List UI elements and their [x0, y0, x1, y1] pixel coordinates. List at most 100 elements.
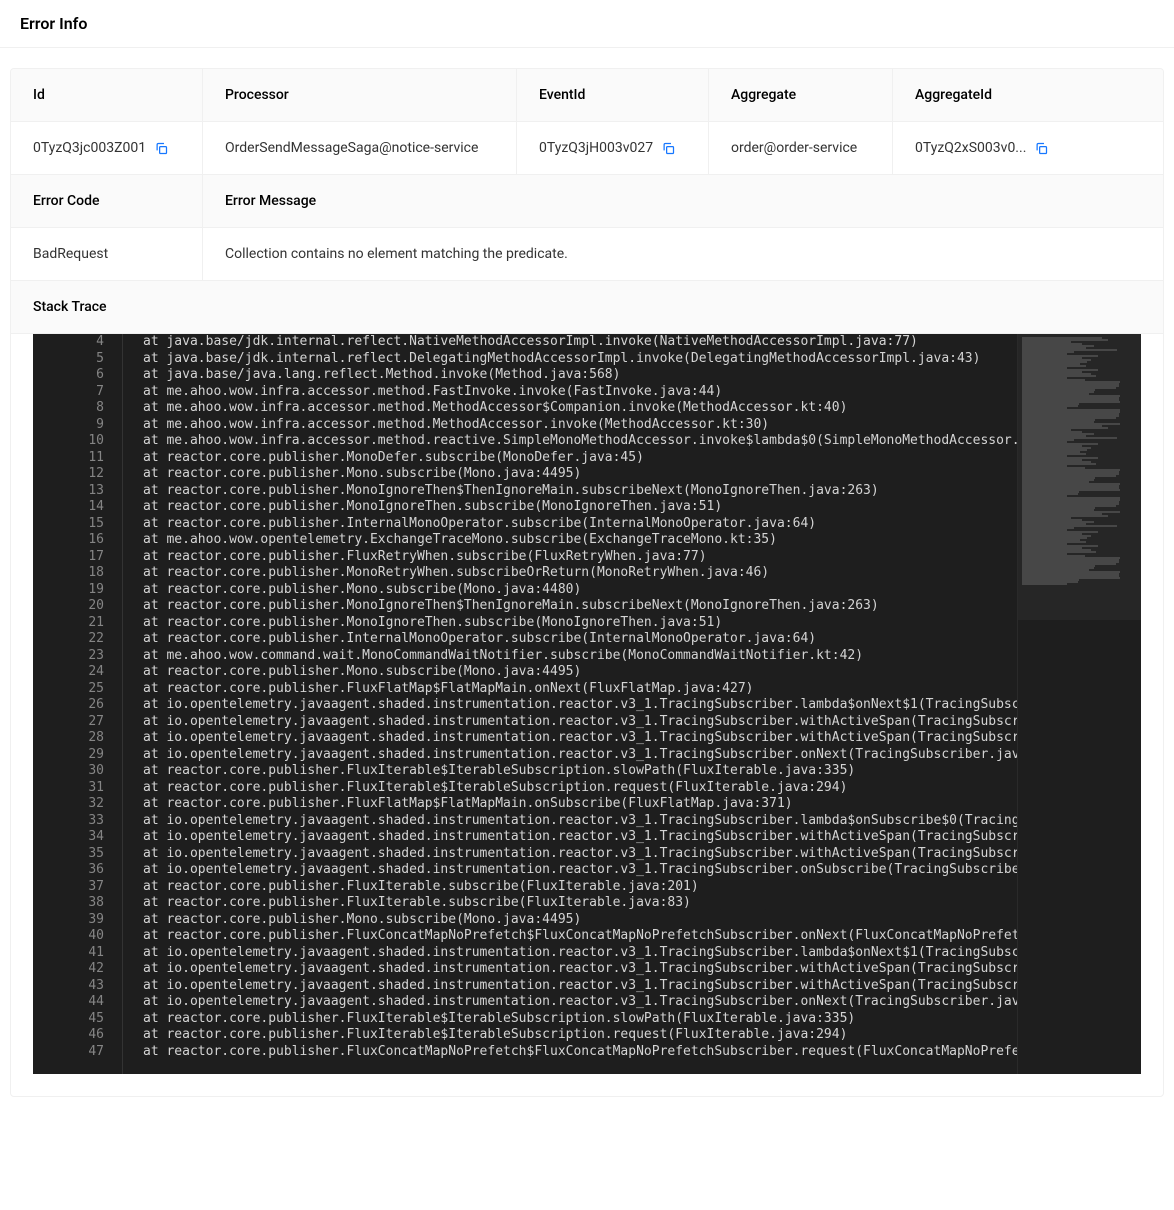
code-line: at io.opentelemetry.javaagent.shaded.ins…: [143, 714, 1017, 731]
code-line: at reactor.core.publisher.InternalMonoOp…: [143, 631, 1017, 648]
line-number: 14: [33, 499, 104, 516]
col-id-header: Id: [11, 69, 203, 121]
line-number: 20: [33, 598, 104, 615]
table-header-row-1: Id Processor EventId Aggregate Aggregate…: [11, 69, 1163, 122]
content: Id Processor EventId Aggregate Aggregate…: [0, 48, 1174, 1117]
code-line: at java.base/jdk.internal.reflect.Delega…: [143, 351, 1017, 368]
col-errcode-header: Error Code: [11, 175, 203, 227]
code-line: at reactor.core.publisher.FluxIterable$I…: [143, 780, 1017, 797]
copy-icon[interactable]: [1034, 141, 1049, 156]
line-number: 5: [33, 351, 104, 368]
line-number: 17: [33, 549, 104, 566]
col-processor-header: Processor: [203, 69, 517, 121]
line-number: 28: [33, 730, 104, 747]
code-line: at reactor.core.publisher.MonoRetryWhen.…: [143, 565, 1017, 582]
col-aggregate-header: Aggregate: [709, 69, 893, 121]
code-line: at io.opentelemetry.javaagent.shaded.ins…: [143, 697, 1017, 714]
eventid-cell: 0TyzQ3jH003v027: [517, 122, 709, 174]
line-number: 27: [33, 714, 104, 731]
line-number: 33: [33, 813, 104, 830]
code-line: at reactor.core.publisher.Mono.subscribe…: [143, 664, 1017, 681]
line-number: 35: [33, 846, 104, 863]
code-line: at io.opentelemetry.javaagent.shaded.ins…: [143, 961, 1017, 978]
line-number: 25: [33, 681, 104, 698]
id-cell: 0TyzQ3jc003Z001: [11, 122, 203, 174]
eventid-value: 0TyzQ3jH003v027: [539, 140, 653, 156]
code-line: at reactor.core.publisher.InternalMonoOp…: [143, 516, 1017, 533]
code-line: at reactor.core.publisher.Mono.subscribe…: [143, 582, 1017, 599]
line-number: 31: [33, 780, 104, 797]
line-number: 10: [33, 433, 104, 450]
line-number: 41: [33, 945, 104, 962]
line-number: 13: [33, 483, 104, 500]
col-aggregateid-header: AggregateId: [893, 69, 1163, 121]
line-number: 47: [33, 1044, 104, 1061]
aggregate-cell: order@order-service: [709, 122, 893, 174]
line-number: 29: [33, 747, 104, 764]
line-number: 44: [33, 994, 104, 1011]
code-line: at reactor.core.publisher.FluxIterable.s…: [143, 895, 1017, 912]
line-number: 19: [33, 582, 104, 599]
code-line: at reactor.core.publisher.FluxFlatMap$Fl…: [143, 796, 1017, 813]
code-line: at reactor.core.publisher.FluxConcatMapN…: [143, 928, 1017, 945]
code-line: at io.opentelemetry.javaagent.shaded.ins…: [143, 829, 1017, 846]
line-number: 46: [33, 1027, 104, 1044]
code-line: at reactor.core.publisher.FluxRetryWhen.…: [143, 549, 1017, 566]
error-info-table: Id Processor EventId Aggregate Aggregate…: [10, 68, 1164, 1097]
code-line: at me.ahoo.wow.infra.accessor.method.Met…: [143, 400, 1017, 417]
line-number: 37: [33, 879, 104, 896]
code-line: at io.opentelemetry.javaagent.shaded.ins…: [143, 730, 1017, 747]
code-line: at reactor.core.publisher.FluxFlatMap$Fl…: [143, 681, 1017, 698]
aggregate-value: order@order-service: [731, 140, 857, 156]
line-number: 32: [33, 796, 104, 813]
code-line: at me.ahoo.wow.infra.accessor.method.Met…: [143, 417, 1017, 434]
code-line: at io.opentelemetry.javaagent.shaded.ins…: [143, 945, 1017, 962]
table-header-row-3: Stack Trace: [11, 281, 1163, 334]
line-number: 21: [33, 615, 104, 632]
line-number: 43: [33, 978, 104, 995]
code-line: at io.opentelemetry.javaagent.shaded.ins…: [143, 813, 1017, 830]
line-number: 45: [33, 1011, 104, 1028]
processor-cell: OrderSendMessageSaga@notice-service: [203, 122, 517, 174]
code-line: at reactor.core.publisher.FluxConcatMapN…: [143, 1044, 1017, 1061]
line-number: 16: [33, 532, 104, 549]
page-title: Error Info: [0, 0, 1174, 48]
line-number: 6: [33, 367, 104, 384]
line-number: 40: [33, 928, 104, 945]
code-line: at reactor.core.publisher.FluxIterable$I…: [143, 1011, 1017, 1028]
line-number: 12: [33, 466, 104, 483]
minimap[interactable]: [1017, 334, 1141, 1074]
line-number: 26: [33, 697, 104, 714]
copy-icon[interactable]: [154, 141, 169, 156]
code-line: at reactor.core.publisher.FluxIterable.s…: [143, 879, 1017, 896]
aggregateid-cell: 0TyzQ2xS003v0...: [893, 122, 1163, 174]
line-number: 22: [33, 631, 104, 648]
copy-icon[interactable]: [661, 141, 676, 156]
stack-trace-editor[interactable]: 4567891011121314151617181920212223242526…: [33, 334, 1141, 1074]
line-number: 34: [33, 829, 104, 846]
code-line: at java.base/java.lang.reflect.Method.in…: [143, 367, 1017, 384]
code-line: at reactor.core.publisher.MonoDefer.subs…: [143, 450, 1017, 467]
line-number: 9: [33, 417, 104, 434]
table-header-row-2: Error Code Error Message: [11, 175, 1163, 228]
col-errmsg-header: Error Message: [203, 175, 1163, 227]
line-number: 24: [33, 664, 104, 681]
code-line: at io.opentelemetry.javaagent.shaded.ins…: [143, 862, 1017, 879]
aggregateid-value: 0TyzQ2xS003v0...: [915, 140, 1026, 156]
code-line: at reactor.core.publisher.Mono.subscribe…: [143, 466, 1017, 483]
errcode-cell: BadRequest: [11, 228, 203, 280]
line-number: 23: [33, 648, 104, 665]
code-line: at reactor.core.publisher.FluxIterable$I…: [143, 1027, 1017, 1044]
code-lines[interactable]: at java.base/jdk.internal.reflect.Native…: [123, 334, 1017, 1074]
line-number: 18: [33, 565, 104, 582]
code-line: at reactor.core.publisher.MonoIgnoreThen…: [143, 483, 1017, 500]
code-line: at reactor.core.publisher.MonoIgnoreThen…: [143, 615, 1017, 632]
id-value: 0TyzQ3jc003Z001: [33, 140, 146, 156]
code-line: at reactor.core.publisher.MonoIgnoreThen…: [143, 499, 1017, 516]
code-line: at java.base/jdk.internal.reflect.Native…: [143, 334, 1017, 351]
code-line: at reactor.core.publisher.MonoIgnoreThen…: [143, 598, 1017, 615]
line-number: 39: [33, 912, 104, 929]
table-data-row-2: BadRequest Collection contains no elemen…: [11, 228, 1163, 281]
code-line: at me.ahoo.wow.opentelemetry.ExchangeTra…: [143, 532, 1017, 549]
line-number: 15: [33, 516, 104, 533]
